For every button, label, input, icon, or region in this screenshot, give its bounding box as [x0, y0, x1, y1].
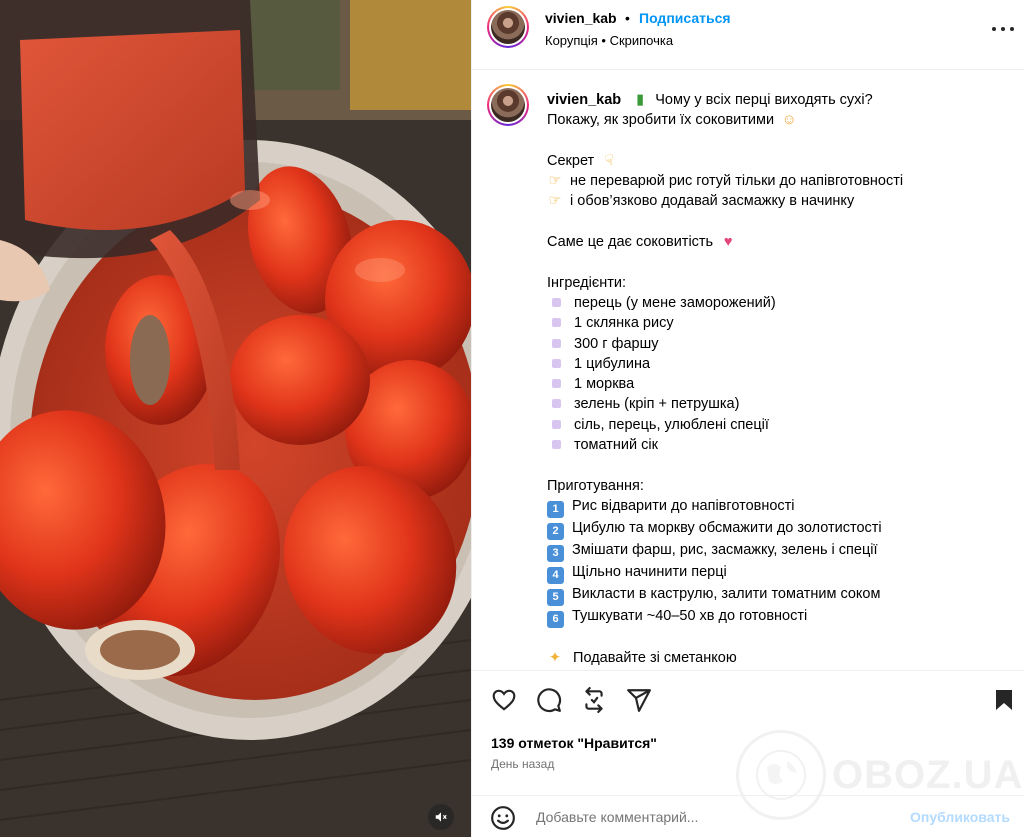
caption-line: і обов’язково додавай засмажку в начинку: [570, 193, 855, 210]
mute-icon: [435, 812, 447, 822]
repost-button[interactable]: [580, 686, 608, 714]
more-icon: [992, 27, 1014, 31]
book-icon: ▮: [636, 92, 645, 108]
follow-button[interactable]: Подписаться: [639, 10, 731, 26]
ingredient-item: 300 г фаршу: [574, 335, 659, 352]
caption-closing: Подавайте зі сметанкою: [573, 650, 737, 667]
comment-composer: Опубликовать: [472, 795, 1024, 837]
steps-title: Приготування:: [547, 477, 644, 494]
comment-icon: [537, 688, 562, 713]
caption-line: Секрет: [547, 152, 595, 169]
bullet-icon: [552, 338, 561, 348]
bullet-icon: [552, 419, 561, 429]
post-caption: vivien_kab ▮ Чому у всіх перці виходять …: [547, 90, 1017, 669]
bullet-icon: [552, 358, 561, 368]
comment-input[interactable]: [536, 809, 836, 825]
emoji-icon: [491, 806, 515, 830]
keycap-number-icon: 5: [547, 588, 564, 606]
ingredient-item: 1 морква: [574, 376, 635, 393]
pointing-down-icon: ☟: [604, 152, 614, 169]
instagram-post-modal: vivien_kab • Подписаться Корупція • Скри…: [0, 0, 1024, 837]
like-button[interactable]: [490, 686, 518, 714]
share-button[interactable]: [625, 686, 653, 714]
bullet-icon: [552, 440, 561, 450]
keycap-number-icon: 2: [547, 522, 564, 540]
ingredient-item: сіль, перець, улюблені спеції: [574, 416, 769, 433]
caption-line: Покажу, як зробити їх соковитими: [547, 112, 775, 129]
broken-heart-icon: ♥: [723, 234, 733, 251]
caption-line: не переварюй рис готуй тільки до напівго…: [570, 173, 904, 190]
send-icon: [627, 689, 651, 712]
save-button[interactable]: [990, 686, 1018, 714]
ingredients-title: Інгредієнти:: [547, 274, 626, 291]
more-options-button[interactable]: [992, 18, 1014, 40]
ingredient-item: 1 цибулина: [574, 355, 651, 372]
post-location[interactable]: Корупція • Скрипочка: [545, 33, 673, 48]
bullet-icon: [552, 318, 561, 328]
heart-icon: [492, 689, 516, 711]
keycap-number-icon: 6: [547, 610, 564, 628]
repost-icon: [585, 687, 603, 713]
step-item: Змішати фарш, рис, засмажку, зелень і сп…: [572, 541, 878, 558]
caption-username[interactable]: vivien_kab: [547, 92, 621, 108]
step-item: Викласти в каструлю, залити томатним сок…: [572, 585, 881, 602]
comment-button[interactable]: [535, 686, 563, 714]
bullet-icon: [552, 399, 561, 409]
like-count[interactable]: 139 отметок "Нравится": [491, 735, 657, 751]
post-header: vivien_kab • Подписаться Корупція • Скри…: [472, 0, 1024, 70]
stuffed-peppers-image: [0, 0, 471, 837]
bookmark-icon: [996, 690, 1012, 710]
caption-avatar[interactable]: [487, 84, 529, 126]
step-item: Рис відварити до напівготовності: [572, 497, 795, 514]
author-avatar[interactable]: [487, 6, 529, 48]
keycap-number-icon: 3: [547, 544, 564, 562]
step-item: Цибулю та моркву обсмажити до золотистос…: [572, 519, 882, 536]
author-username[interactable]: vivien_kab: [545, 10, 617, 26]
caption-line: Чому у всіх перці виходять сухі?: [655, 92, 873, 108]
caption-line: Саме це дає соковитість: [547, 234, 714, 251]
ingredient-item: томатний сік: [574, 437, 658, 454]
bullet-icon: [552, 297, 561, 307]
post-details-panel: vivien_kab • Подписаться Корупція • Скри…: [471, 0, 1024, 837]
pointing-right-icon: ☞: [548, 173, 562, 190]
bullet-icon: [552, 379, 561, 389]
sparkles-icon: ✦: [548, 650, 562, 667]
pointing-right-icon: ☞: [548, 193, 562, 210]
ingredient-item: зелень (кріп + петрушка): [574, 396, 740, 413]
post-comment-button[interactable]: Опубликовать: [910, 809, 1010, 825]
ingredient-item: 1 склянка рису: [574, 315, 674, 332]
post-timestamp[interactable]: День назад: [491, 757, 554, 771]
emoji-button[interactable]: [490, 805, 516, 831]
step-item: Тушкувати ~40–50 хв до готовності: [572, 607, 808, 624]
header-separator: •: [625, 10, 630, 26]
step-item: Щільно начинити перці: [572, 563, 727, 580]
surprised-face-icon: ☺: [781, 112, 797, 129]
post-video[interactable]: [0, 0, 471, 837]
mute-button[interactable]: [428, 804, 454, 830]
ingredient-item: перець (у мене заморожений): [574, 294, 776, 311]
keycap-number-icon: 4: [547, 566, 564, 584]
keycap-number-icon: 1: [547, 500, 564, 518]
